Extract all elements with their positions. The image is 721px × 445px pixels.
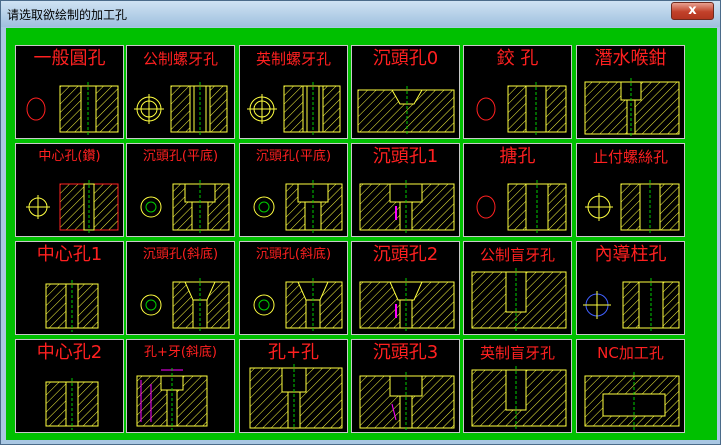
title-bar[interactable]: 请选取欲绘制的加工孔 x: [1, 1, 720, 27]
hole-type-button[interactable]: 沉頭孔(平底): [126, 143, 235, 237]
window-title: 请选取欲绘制的加工孔: [7, 8, 128, 22]
metric-blind-tap-icon: [471, 268, 567, 332]
hole-type-button[interactable]: 中心孔(鑽): [15, 143, 124, 237]
hole-type-button[interactable]: 孔+牙(斜底): [126, 339, 235, 433]
countersink-angled-icon: [140, 278, 230, 332]
plain-hole-icon: [26, 82, 119, 136]
center-drill-icon: [26, 180, 119, 234]
hole-type-button[interactable]: NC加工孔: [576, 339, 685, 433]
hole-type-button[interactable]: 搪孔: [463, 143, 572, 237]
hole-type-grid: 一般圓孔 公制螺牙孔 英制螺牙孔 沉頭孔0 鉸 孔潛水喉鉗 中心孔(鑽) 沉頭孔(平底) 沉頭…: [15, 45, 697, 433]
center-hole-1-icon: [45, 280, 99, 332]
guide-pillar-hole-icon: [583, 278, 680, 332]
counterbore-3-icon: [359, 372, 455, 430]
hole-type-button[interactable]: 英制螺牙孔: [239, 45, 348, 139]
hole-type-button[interactable]: 中心孔1: [15, 241, 124, 335]
close-button[interactable]: x: [671, 2, 714, 20]
hole-type-button[interactable]: 沉頭孔(斜底): [239, 241, 348, 335]
hole-picker-panel: 一般圓孔 公制螺牙孔 英制螺牙孔 沉頭孔0 鉸 孔潛水喉鉗 中心孔(鑽) 沉頭孔(平底) 沉頭…: [6, 28, 717, 440]
boring-icon: [476, 180, 567, 234]
metric-tap-icon: [134, 82, 228, 136]
counterbore-flat-2-icon: [253, 180, 343, 234]
setscrew-hole-icon: [585, 180, 680, 234]
hole-type-button[interactable]: 潛水喉鉗: [576, 45, 685, 139]
hole-type-button[interactable]: 沉頭孔(平底): [239, 143, 348, 237]
hole-type-button[interactable]: 鉸 孔: [463, 45, 572, 139]
counterbore-1-icon: [359, 180, 455, 234]
hole-type-button[interactable]: 公制盲牙孔: [463, 241, 572, 335]
hole-type-button[interactable]: 沉頭孔0: [351, 45, 460, 139]
counterbore-0-icon: [357, 86, 455, 136]
reamed-hole-icon: [476, 82, 567, 136]
hole-hole-icon: [249, 364, 343, 430]
hole-type-button[interactable]: 沉頭孔(斜底): [126, 241, 235, 335]
hole-type-button[interactable]: 止付螺絲孔: [576, 143, 685, 237]
counterbore-2-icon: [359, 278, 455, 332]
inch-tap-icon: [247, 82, 341, 136]
hole-type-button[interactable]: 孔+孔: [239, 339, 348, 433]
inch-blind-tap-icon: [471, 366, 567, 430]
nc-pocket-icon: [584, 372, 680, 430]
countersink-angled-2-icon: [253, 278, 343, 332]
hole-tap-angled-icon: [136, 368, 208, 430]
hole-type-button[interactable]: 中心孔2: [15, 339, 124, 433]
hole-type-button[interactable]: 沉頭孔1: [351, 143, 460, 237]
hole-type-button[interactable]: 公制螺牙孔: [126, 45, 235, 139]
center-hole-2-icon: [45, 378, 99, 430]
hole-type-button[interactable]: 一般圓孔: [15, 45, 124, 139]
counterbore-flat-icon: [140, 180, 230, 234]
hole-type-button[interactable]: 內導柱孔: [576, 241, 685, 335]
hole-type-button[interactable]: 沉頭孔3: [351, 339, 460, 433]
dialog-window: 请选取欲绘制的加工孔 x 一般圓孔 公制螺牙孔 英制螺牙孔 沉頭孔0 鉸 孔潛水喉鉗中心…: [0, 0, 721, 445]
hole-type-button[interactable]: 沉頭孔2: [351, 241, 460, 335]
plug-hole-icon: [584, 78, 680, 136]
hole-type-button[interactable]: 英制盲牙孔: [463, 339, 572, 433]
